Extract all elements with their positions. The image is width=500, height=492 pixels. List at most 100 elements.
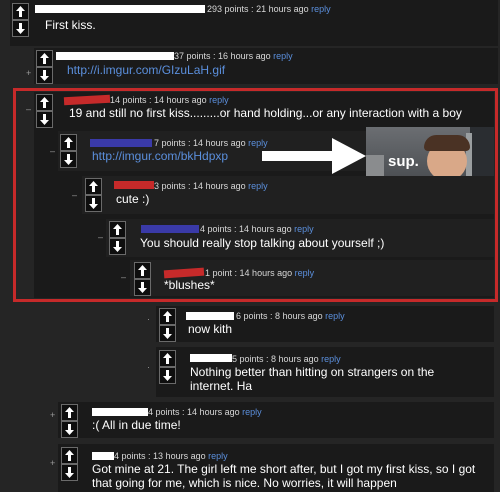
upvote-button[interactable] [134,262,151,279]
points: 37 points [174,51,211,61]
username-redacted [63,94,111,106]
up-arrow-icon [113,224,122,235]
username-redacted [90,139,152,147]
up-arrow-icon [65,450,74,461]
timestamp: 14 hours ago [239,224,292,234]
down-arrow-icon [89,198,98,209]
downvote-button[interactable] [61,421,78,438]
timestamp: 21 hours ago [256,4,309,14]
down-arrow-icon [113,241,122,252]
collapse-toggle[interactable]: · [147,314,150,324]
reply-link[interactable]: reply [273,51,293,61]
comment-text: Got mine at 21. The girl left me short a… [92,462,476,490]
upvote-button[interactable] [60,134,77,151]
timestamp: 8 hours ago [275,311,323,321]
down-arrow-icon [65,467,74,478]
up-arrow-icon [163,353,172,364]
username-redacted [141,225,199,233]
points: 1 point [205,268,233,278]
up-arrow-icon [16,6,25,17]
reply-link[interactable]: reply [295,268,315,278]
downvote-button[interactable] [12,20,29,37]
up-arrow-icon [138,265,147,276]
comment: 4 points : 14 hours ago reply :( All in … [58,402,494,438]
comment-link[interactable]: http://imgur.com/bkHdpxp [92,149,228,163]
comment-meta: 7 points : 14 hours ago reply [154,138,268,148]
upvote-button[interactable] [109,221,126,238]
downvote-button[interactable] [134,279,151,296]
comment: 3 points : 14 hours ago reply cute :) [82,176,494,214]
username-redacted [186,312,234,320]
upvote-button[interactable] [61,404,78,421]
username-redacted [56,52,174,60]
downvote-button[interactable] [61,464,78,481]
points: 7 points [154,138,186,148]
points: 3 points [154,181,186,191]
downvote-button[interactable] [159,325,176,342]
downvote-button[interactable] [109,238,126,255]
comment-meta: 6 points : 8 hours ago reply [236,311,345,321]
collapse-toggle[interactable]: – [121,272,126,282]
collapse-toggle[interactable]: – [26,104,31,114]
upvote-button[interactable] [61,447,78,464]
collapse-toggle[interactable]: – [72,190,77,200]
timestamp: 14 hours ago [239,268,293,278]
downvote-button[interactable] [36,67,53,84]
upvote-button[interactable] [36,50,53,67]
username-redacted [92,452,114,460]
reply-link[interactable]: reply [325,311,345,321]
collapse-toggle[interactable]: – [50,146,55,156]
comment: 37 points : 16 hours ago reply http://i.… [34,48,498,84]
arrow-icon [262,138,366,174]
reply-link[interactable]: reply [242,407,262,417]
reply-link[interactable]: reply [321,354,341,364]
upvote-button[interactable] [159,350,176,367]
reply-link[interactable]: reply [248,181,268,191]
upvote-button[interactable] [85,178,102,195]
timestamp: 16 hours ago [218,51,271,61]
points: 4 points [114,451,146,461]
up-arrow-icon [40,97,49,108]
downvote-button[interactable] [36,111,53,128]
up-arrow-icon [89,181,98,192]
reply-link[interactable]: reply [294,224,314,234]
up-arrow-icon [163,311,172,322]
down-arrow-icon [163,370,172,381]
comment-text: First kiss. [45,18,96,32]
down-arrow-icon [40,70,49,81]
downvote-button[interactable] [85,195,102,212]
down-arrow-icon [64,154,73,165]
timestamp: 8 hours ago [271,354,319,364]
comment: 4 points : 13 hours ago reply Got mine a… [58,444,494,492]
meme-caption: sup. [388,153,419,170]
comment-meta: 37 points : 16 hours ago reply [174,51,293,61]
comment: 6 points : 8 hours ago reply now kith [156,306,494,342]
comment-meta: 1 point : 14 hours ago reply [205,268,315,278]
up-arrow-icon [65,407,74,418]
collapse-toggle[interactable]: + [50,458,55,468]
down-arrow-icon [163,328,172,339]
collapse-toggle[interactable]: – [98,232,103,242]
downvote-button[interactable] [60,151,77,168]
username-redacted [92,408,148,416]
comment-meta: 3 points : 14 hours ago reply [154,181,268,191]
up-arrow-icon [64,137,73,148]
username-redacted [190,354,232,362]
reply-link[interactable]: reply [209,95,229,105]
comment-link[interactable]: http://i.imgur.com/GIzuLaH.gif [67,63,225,77]
upvote-button[interactable] [159,308,176,325]
upvote-button[interactable] [36,94,53,111]
reply-link[interactable]: reply [311,4,331,14]
reply-link[interactable]: reply [208,451,228,461]
upvote-button[interactable] [12,3,29,20]
comment-text: cute :) [116,192,150,206]
comment-meta: 4 points : 14 hours ago reply [200,224,314,234]
comment-text: You should really stop talking about you… [140,236,385,250]
down-arrow-icon [40,114,49,125]
collapse-toggle[interactable]: + [50,410,55,420]
comment: 4 points : 14 hours ago reply You should… [106,219,494,257]
collapse-toggle[interactable]: · [147,362,150,372]
comment-meta: 293 points : 21 hours ago reply [207,4,331,14]
collapse-toggle[interactable]: + [26,68,31,78]
downvote-button[interactable] [159,367,176,384]
